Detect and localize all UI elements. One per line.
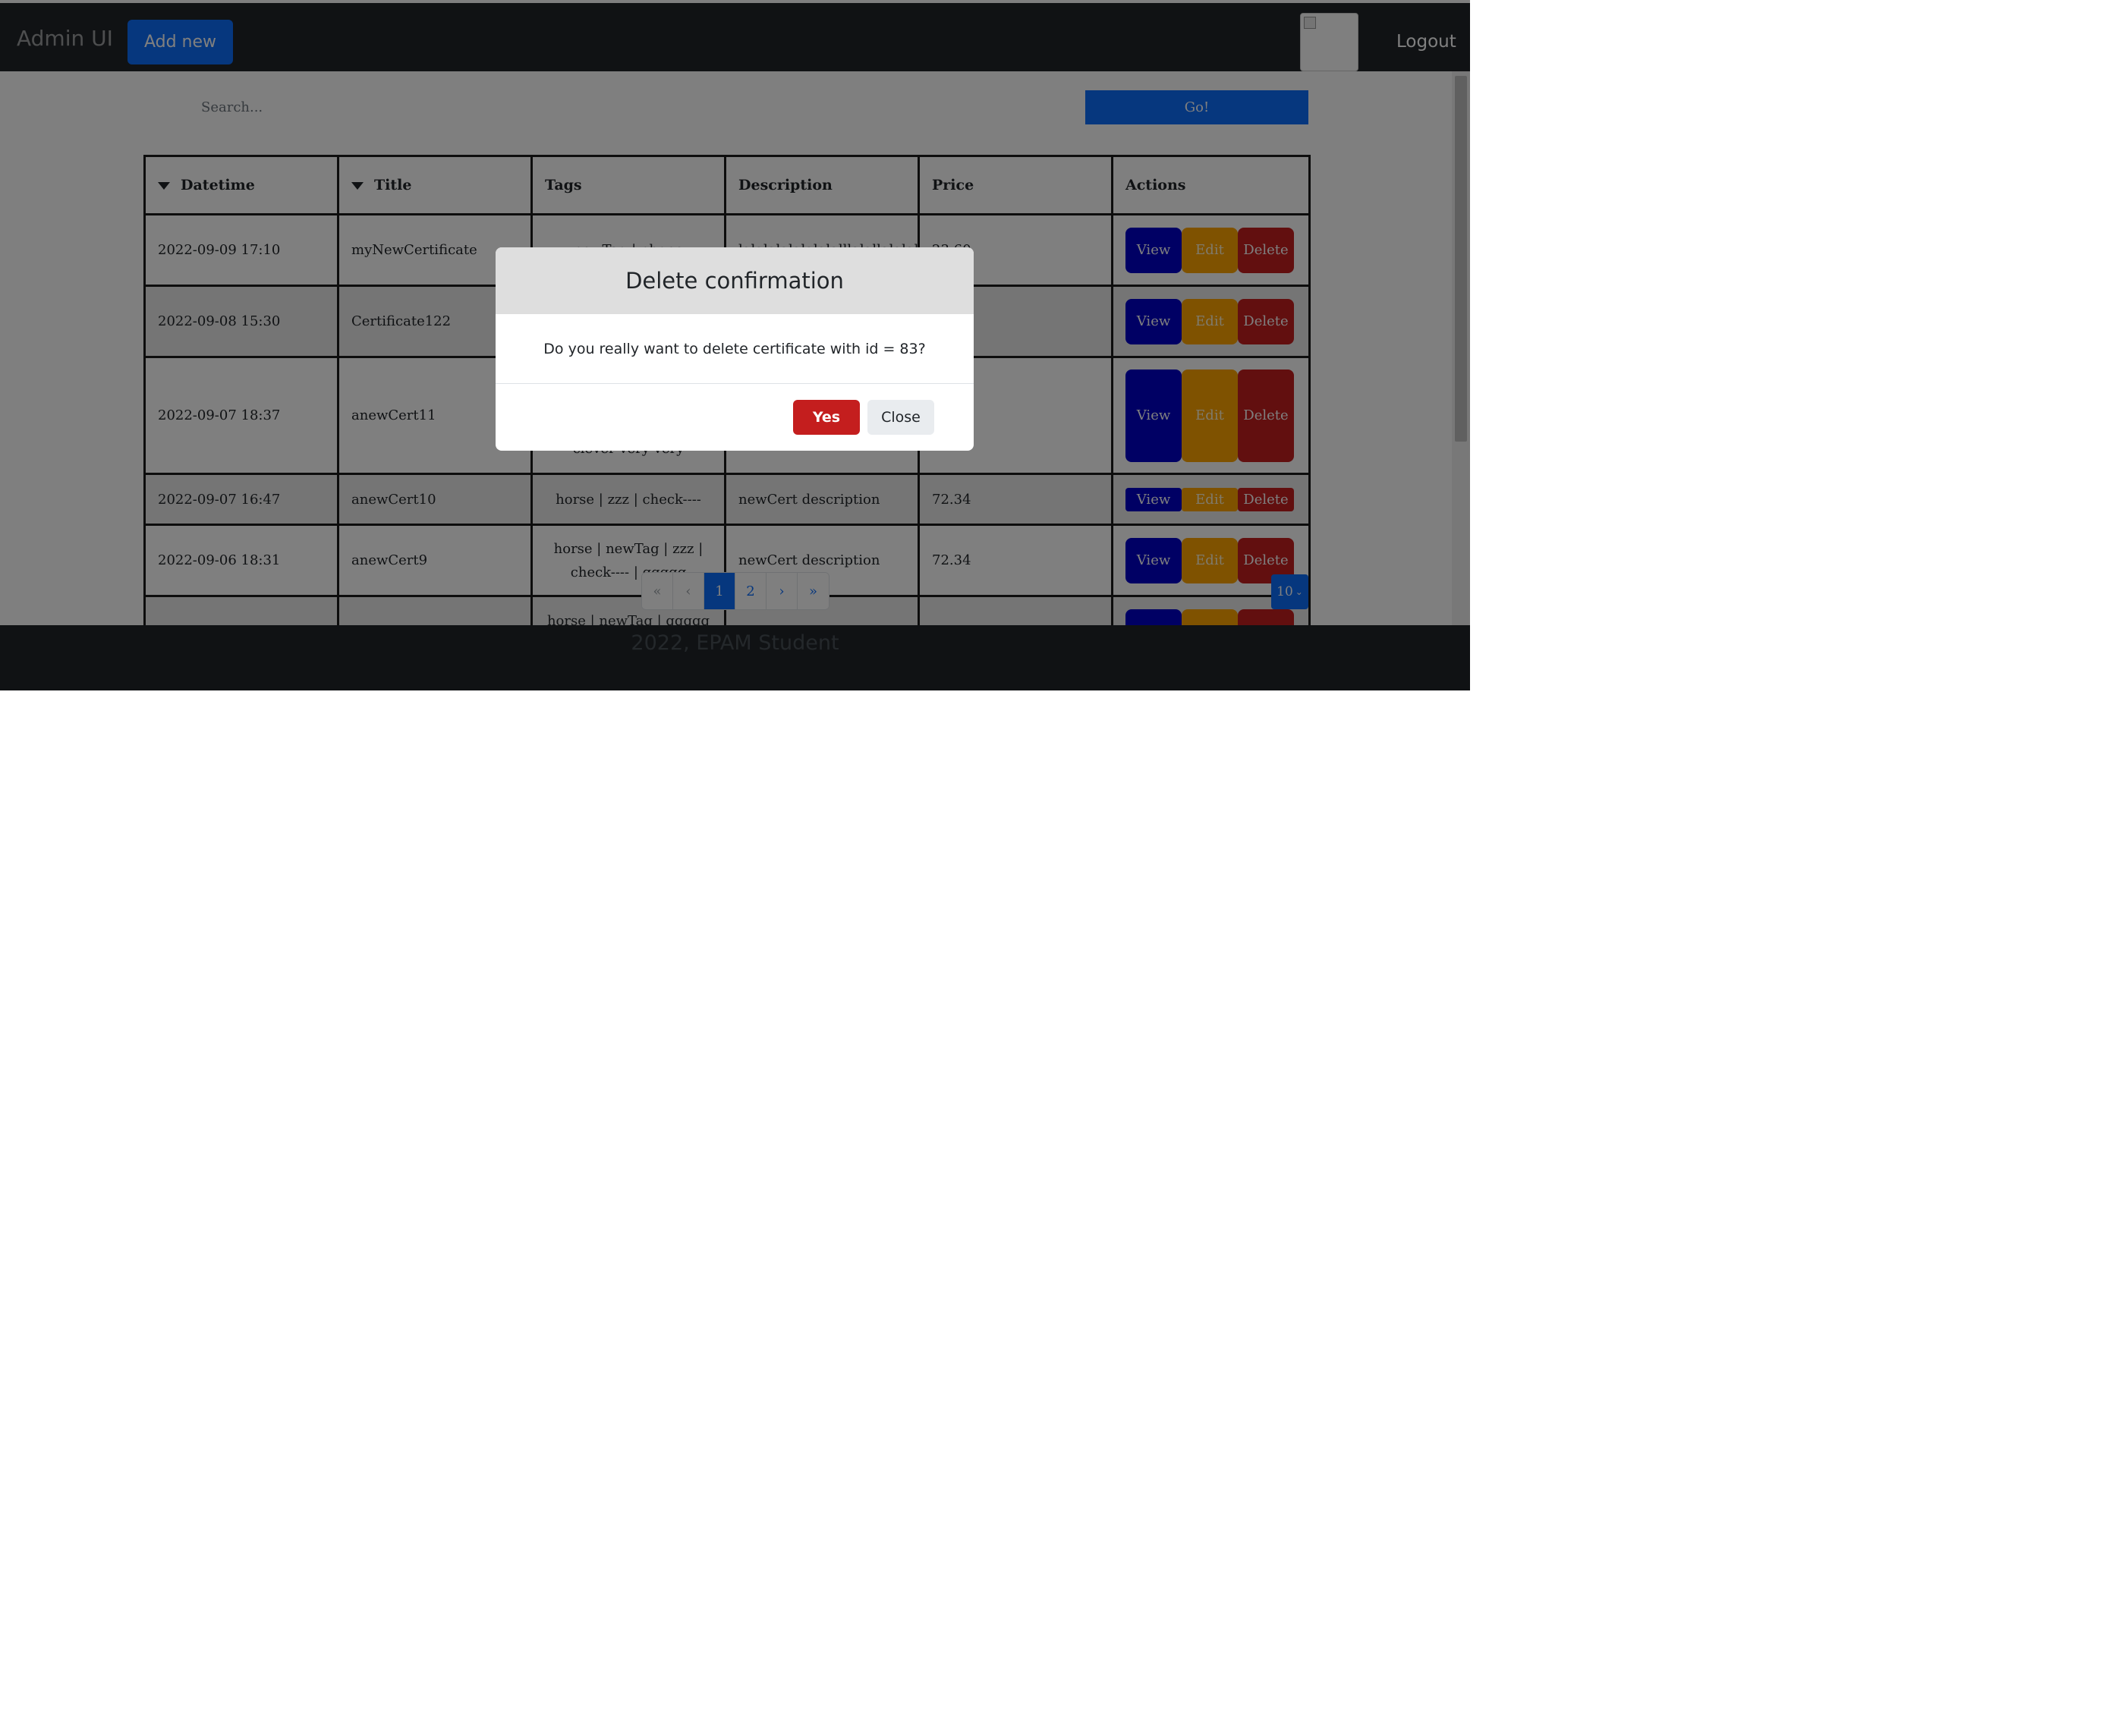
modal-title: Delete confirmation xyxy=(496,247,974,314)
modal-footer: Yes Close xyxy=(496,384,974,451)
delete-confirmation-modal: Delete confirmation Do you really want t… xyxy=(496,247,974,451)
confirm-yes-button[interactable]: Yes xyxy=(793,400,860,435)
app-window: Admin UI Add new Logout Go! Datetime Tit… xyxy=(0,0,1470,690)
modal-message: Do you really want to delete certificate… xyxy=(496,314,974,384)
modal-close-button[interactable]: Close xyxy=(867,400,934,435)
